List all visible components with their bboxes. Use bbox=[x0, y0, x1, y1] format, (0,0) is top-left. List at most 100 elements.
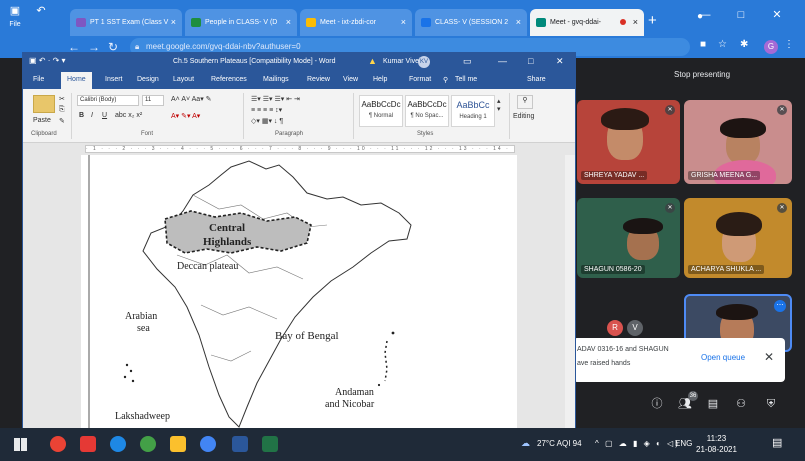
tab-help[interactable]: Help bbox=[373, 76, 387, 83]
camera-icon[interactable]: ■ bbox=[700, 39, 706, 50]
style-preview: AaBbCcDc bbox=[361, 100, 401, 109]
format-painter-icon[interactable]: ✎ bbox=[59, 117, 65, 125]
chrome-tab-2[interactable]: People in CLASS- V (D × bbox=[185, 9, 297, 36]
minimize-icon[interactable]: — bbox=[498, 56, 507, 66]
tab-layout[interactable]: Layout bbox=[173, 76, 194, 83]
close-icon[interactable]: × bbox=[401, 9, 406, 36]
map-label-andaman: Andaman bbox=[335, 387, 374, 398]
strikethrough-icon[interactable]: abc x₂ x² bbox=[115, 112, 142, 119]
user-name: Kumar Vivek bbox=[383, 58, 423, 65]
file-explorer-icon[interactable] bbox=[170, 436, 186, 452]
italic-icon[interactable]: I bbox=[91, 112, 93, 119]
windows-start-icon[interactable] bbox=[14, 438, 27, 451]
ribbon-display-icon[interactable]: ▭ bbox=[463, 56, 472, 67]
weather-icon: ☁ bbox=[521, 438, 530, 448]
menu-icon[interactable]: ⋮ bbox=[784, 39, 794, 50]
close-icon[interactable]: × bbox=[171, 9, 176, 36]
chat-icon[interactable]: ▤ bbox=[704, 394, 722, 414]
classroom-icon bbox=[191, 18, 201, 27]
copy-icon[interactable]: ⎘ bbox=[59, 106, 65, 114]
chrome-tab-5-active[interactable]: Meet - gvq-ddai- × bbox=[530, 9, 644, 36]
divider bbox=[509, 93, 510, 139]
word-window: ▣ ↶ · ↷ ▾ Ch.5 Southern Plateaus [Compat… bbox=[22, 52, 576, 428]
undo-icon[interactable]: ↶ bbox=[28, 0, 54, 36]
weather-text[interactable]: 27°C AQI 94 bbox=[537, 439, 582, 448]
paste-button[interactable]: Paste bbox=[33, 117, 51, 124]
participant-tile-2[interactable]: ✕ GRISHA MEENA G... bbox=[684, 100, 792, 184]
font-name-select[interactable]: Calibri (Body) bbox=[77, 95, 139, 106]
acrobat-icon[interactable] bbox=[80, 436, 96, 452]
cut-icon[interactable]: ✂ bbox=[59, 95, 65, 103]
tab-file[interactable]: File bbox=[33, 76, 44, 83]
notification-icon[interactable]: ▤ bbox=[772, 436, 782, 449]
document-area: Central Highlands Deccan plateau Arabian… bbox=[23, 155, 575, 428]
find-icon[interactable]: ⚲ bbox=[517, 95, 533, 109]
participant-tile-3[interactable]: ✕ SHAGUN 0586-20 bbox=[577, 198, 680, 278]
stop-presenting-button[interactable]: Stop presenting bbox=[674, 70, 730, 79]
tab-design[interactable]: Design bbox=[137, 76, 159, 83]
star-icon[interactable]: ☆ bbox=[718, 39, 727, 50]
participant-name: SHREYA YADAV ... bbox=[581, 171, 648, 180]
font-color-icon[interactable]: A▾ ✎▾ A▾ bbox=[171, 112, 200, 120]
close-window-icon[interactable]: ✕ bbox=[759, 0, 795, 30]
bullets-icon[interactable]: ☰▾ ☰▾ ☰▾ ⇤ ⇥ bbox=[251, 95, 300, 103]
host-controls-icon[interactable]: ⛨ bbox=[762, 394, 780, 414]
shading-icon[interactable]: ◇▾ ▦▾ ↓ ¶ bbox=[251, 117, 283, 125]
chrome-icon[interactable] bbox=[200, 436, 216, 452]
tell-me-search[interactable]: Tell me bbox=[455, 76, 477, 83]
word-icon[interactable] bbox=[232, 436, 248, 452]
quick-access-toolbar[interactable]: ▣ ↶ · ↷ ▾ bbox=[29, 56, 66, 65]
close-icon[interactable]: × bbox=[516, 9, 521, 36]
close-icon[interactable]: ✕ bbox=[764, 350, 774, 364]
avatar[interactable]: G bbox=[764, 40, 778, 54]
close-window-icon[interactable]: ✕ bbox=[556, 56, 564, 67]
minimize-icon[interactable]: — bbox=[687, 0, 723, 30]
info-icon[interactable]: ⓘ bbox=[648, 394, 666, 414]
close-icon[interactable]: × bbox=[633, 9, 638, 36]
font-size-select[interactable]: 11 bbox=[142, 95, 164, 106]
participant-video-hair bbox=[720, 118, 766, 138]
tray-icons[interactable]: ^ ▢ ☁ ▮ ◈ ◐ ◁) bbox=[595, 439, 680, 448]
language-indicator[interactable]: ENG bbox=[675, 439, 692, 448]
extensions-icon[interactable]: ✱ bbox=[740, 39, 748, 50]
chrome-tab-3[interactable]: Meet - ixt-zbdi-cor × bbox=[300, 9, 412, 36]
chrome-tab-4[interactable]: CLASS- V (SESSION 2 × bbox=[415, 9, 527, 36]
new-tab-button[interactable]: + bbox=[648, 12, 657, 29]
style-normal[interactable]: AaBbCcDc ¶ Normal bbox=[359, 95, 403, 127]
close-icon[interactable]: × bbox=[286, 9, 291, 36]
tab-mailings[interactable]: Mailings bbox=[263, 76, 289, 83]
excel-icon[interactable] bbox=[262, 436, 278, 452]
styles-scroll-icon[interactable]: ▴ ▾ bbox=[497, 97, 501, 113]
chrome-icon[interactable] bbox=[50, 436, 66, 452]
bold-icon[interactable]: B bbox=[79, 112, 84, 119]
participant-tile-4[interactable]: ✕ ACHARYA SHUKLA ... bbox=[684, 198, 792, 278]
align-icon[interactable]: ≡ ≡ ≡ ≡ ↕▾ bbox=[251, 106, 282, 114]
grow-font-icon[interactable]: A˄ A˅ Aa▾ ✎ bbox=[171, 95, 212, 103]
style-no-spacing[interactable]: AaBbCcDc ¶ No Spac... bbox=[405, 95, 449, 127]
paste-icon[interactable] bbox=[33, 95, 55, 113]
share-button[interactable]: Share bbox=[527, 76, 546, 83]
tab-format[interactable]: Format bbox=[409, 76, 431, 83]
maximize-icon[interactable]: □ bbox=[528, 56, 533, 66]
notification-text: ave raised hands bbox=[577, 360, 631, 367]
tab-review[interactable]: Review bbox=[307, 76, 330, 83]
style-heading-1[interactable]: AaBbCc Heading 1 bbox=[451, 95, 495, 127]
activities-icon[interactable]: ⚇ bbox=[732, 394, 750, 414]
people-count-badge: 36 bbox=[688, 391, 698, 401]
maximize-icon[interactable]: □ bbox=[723, 0, 759, 30]
app-icon[interactable] bbox=[140, 436, 156, 452]
open-queue-button[interactable]: Open queue bbox=[701, 353, 745, 362]
participant-tile-1[interactable]: ✕ SHREYA YADAV ... bbox=[577, 100, 680, 184]
clock[interactable]: 11:23 21-08-2021 bbox=[696, 433, 737, 455]
tab-view[interactable]: View bbox=[343, 76, 358, 83]
underline-icon[interactable]: U bbox=[102, 112, 107, 119]
editing-button[interactable]: Editing bbox=[513, 113, 534, 120]
chrome-tab-1[interactable]: PT 1 SST Exam (Class V × bbox=[70, 9, 182, 36]
avatar[interactable]: KV bbox=[418, 56, 430, 68]
tab-references[interactable]: References bbox=[211, 76, 247, 83]
tab-home[interactable]: Home bbox=[61, 72, 92, 89]
tab-insert[interactable]: Insert bbox=[105, 76, 123, 83]
more-options-icon[interactable]: ⋯ bbox=[774, 300, 786, 312]
vertical-scrollbar[interactable] bbox=[565, 155, 575, 428]
app-icon[interactable] bbox=[110, 436, 126, 452]
